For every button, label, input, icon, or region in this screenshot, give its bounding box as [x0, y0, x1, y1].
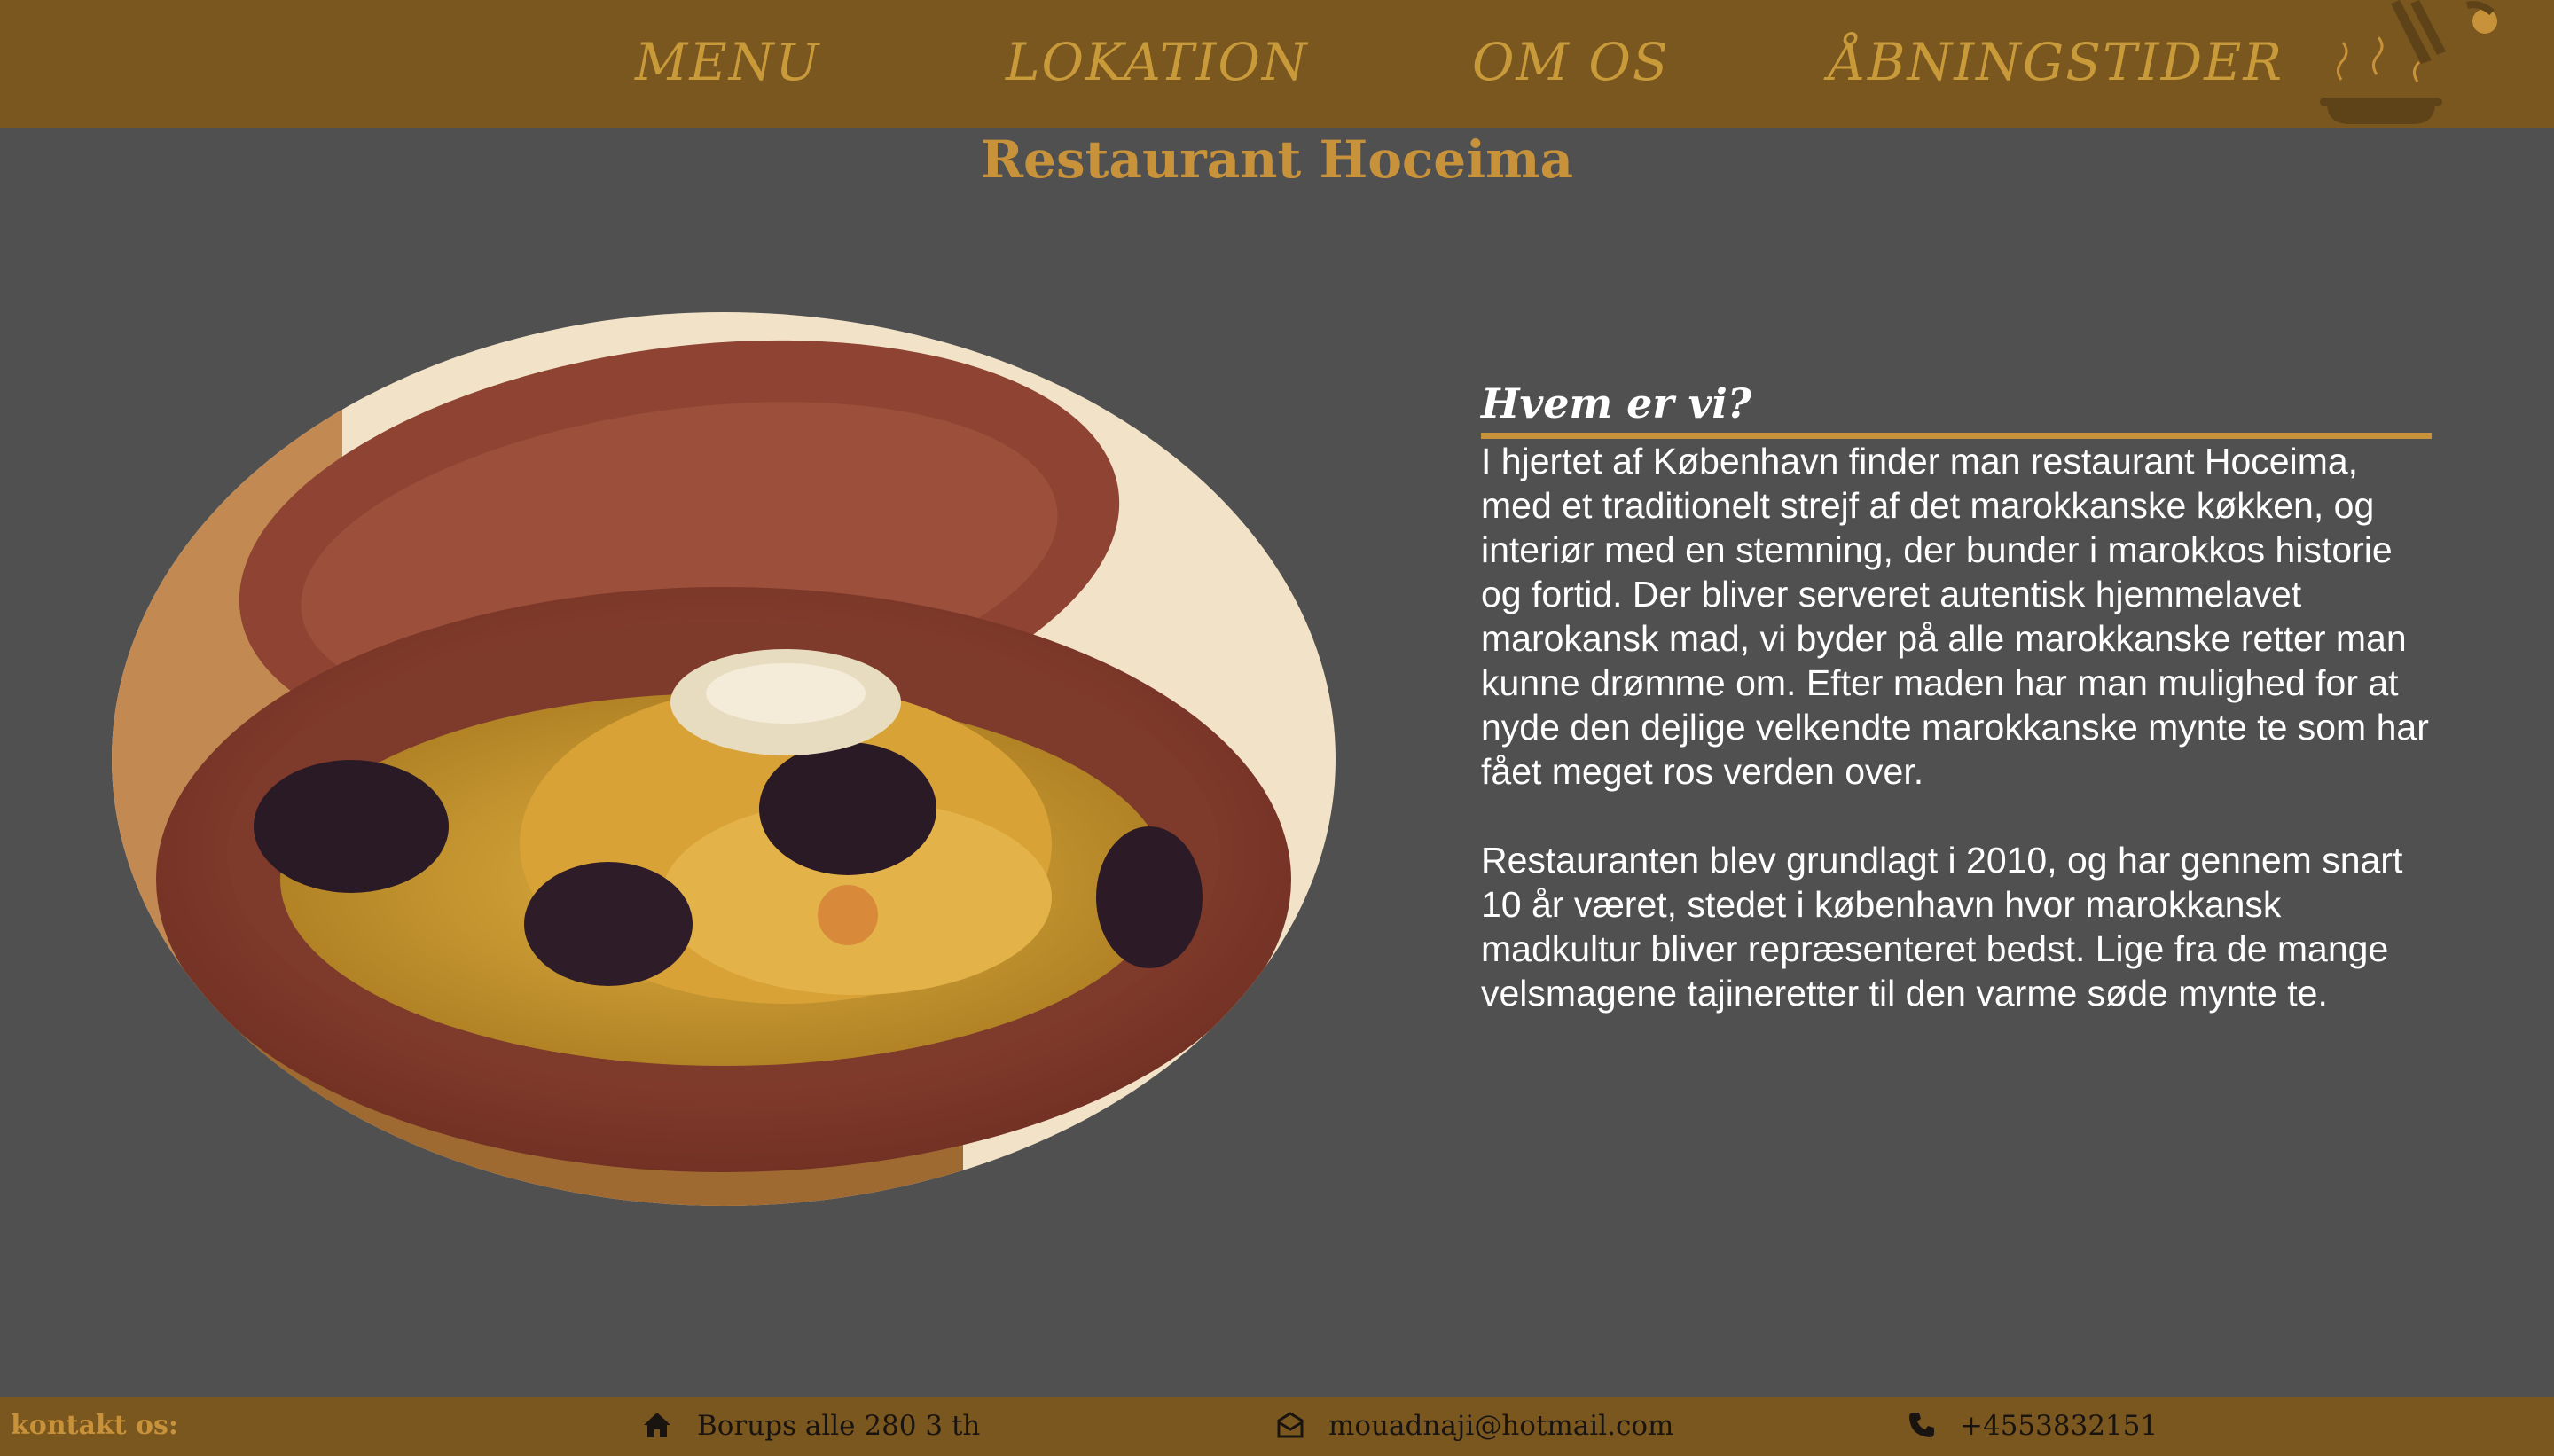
home-icon [644, 1413, 670, 1437]
phone-icon [1909, 1413, 1934, 1437]
nav-aabningstider-link[interactable]: ÅBNINGSTIDER [1829, 32, 2284, 92]
envelope-icon [1277, 1412, 1304, 1438]
contact-address: Borups alle 280 3 th [697, 1410, 981, 1442]
page-title: Restaurant Hoceima [980, 129, 1574, 190]
tagine-steam-icon[interactable] [2315, 0, 2519, 128]
contact-phone-link[interactable]: +4553832151 [1960, 1410, 2158, 1442]
tagine-dish-photo [112, 312, 1336, 1206]
contact-footer: kontakt os: Borups alle 280 3 th mouadna… [0, 1397, 2554, 1456]
nav-om-os-link[interactable]: OM OS [1472, 32, 1670, 92]
nav-menu-link[interactable]: MENU [635, 32, 820, 92]
contact-label: kontakt os: [11, 1410, 178, 1441]
about-paragraph: I hjertet af København finder man restau… [1481, 441, 2429, 792]
about-paragraph: Restauranten blev grundlagt i 2010, og h… [1481, 840, 2403, 1014]
top-navbar: MENU LOKATION OM OS ÅBNINGSTIDER [0, 0, 2554, 128]
about-heading: Hvem er vi? [1481, 380, 2432, 439]
about-section: Hvem er vi? I hjertet af København finde… [1481, 380, 2432, 1015]
contact-email-link[interactable]: mouadnaji@hotmail.com [1328, 1410, 1673, 1442]
nav-lokation-link[interactable]: LOKATION [1006, 32, 1309, 92]
